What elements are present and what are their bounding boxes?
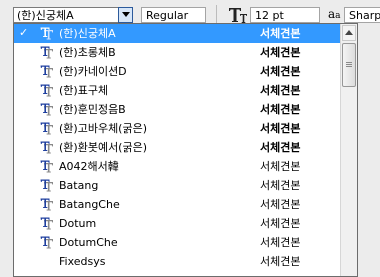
font-name-label: Batang [59,179,99,192]
font-list-item[interactable]: Fixedsys 서체견본 [14,252,340,271]
font-size-select[interactable]: 12 pt [250,7,320,23]
font-name-label: (한)훈민정음B [59,103,126,116]
font-list-item[interactable]: ✓ (한)신궁체A 서체견본 [14,24,340,43]
font-name-label: (한)카네이션D [59,65,127,78]
font-list-item[interactable]: (한)초롱체B 서체견본 [14,43,340,62]
font-sample-text: 서체견본 [260,27,301,40]
truetype-icon [40,141,55,154]
font-name-label: (한)표구체 [59,84,109,97]
vertical-scrollbar[interactable] [340,24,357,276]
scroll-thumb[interactable] [342,43,356,87]
font-size-value: 12 pt [255,9,284,22]
font-list-item[interactable]: Batang 서체견본 [14,176,340,195]
truetype-icon [40,236,55,249]
font-list-item[interactable]: A042해서韓 서체견본 [14,157,340,176]
font-list-item[interactable]: (한)카네이션D 서체견본 [14,62,340,81]
font-name-label: (환)고바우체(굵은) [59,122,148,135]
font-name-label: (한)신궁체A [59,27,116,40]
checkmark-icon: ✓ [19,26,29,39]
font-family-dropdown-list: ✓ (한)신궁체A 서체견본 (한)초롱체B 서체견본 (한)카네이션D 서체견본 (한)표구… [13,23,358,277]
font-list-item[interactable]: (한)훈민정음B 서체견본 [14,100,340,119]
font-size-icon [228,6,248,24]
truetype-icon [40,27,55,40]
truetype-icon [40,84,55,97]
toolbar-divider [216,5,217,25]
font-name-label: BatangChe [59,198,120,211]
truetype-icon [40,46,55,59]
font-sample-text: 서체견본 [260,179,301,192]
truetype-icon [40,122,55,135]
font-sample-text: 서체견본 [260,122,301,135]
truetype-icon [40,198,55,211]
font-family-value: (한)신궁체A [17,9,74,22]
anti-alias-value: Sharp [349,9,380,22]
font-sample-text: 서체견본 [260,217,301,230]
font-name-label: DotumChe [59,236,118,249]
font-name-label: Fixedsys [59,255,106,268]
font-sample-text: 서체견본 [260,46,301,59]
font-family-dropdown-button[interactable] [118,7,133,23]
font-sample-text: 서체견본 [260,103,301,116]
font-family-select[interactable]: (한)신궁체A [13,7,133,23]
font-sample-text: 서체견본 [260,236,301,249]
font-sample-text: 서체견본 [260,198,301,211]
font-list: ✓ (한)신궁체A 서체견본 (한)초롱체B 서체견본 (한)카네이션D 서체견본 (한)표구… [14,24,340,271]
font-name-label: (한)초롱체B [59,46,116,59]
truetype-icon [40,217,55,230]
font-list-item[interactable]: (한)표구체 서체견본 [14,81,340,100]
font-name-label: (환)환봇예서(굵은) [59,141,148,154]
truetype-icon [40,65,55,78]
font-list-item[interactable]: BatangChe 서체견본 [14,195,340,214]
font-sample-text: 서체견본 [260,160,301,173]
font-sample-text: 서체견본 [260,65,301,78]
font-list-item[interactable]: DotumChe 서체견본 [14,233,340,252]
anti-alias-icon: aa [328,7,341,21]
font-list-item[interactable]: (환)환봇예서(굵은) 서체견본 [14,138,340,157]
font-name-label: Dotum [59,217,97,230]
truetype-icon [40,179,55,192]
scroll-up-button[interactable] [342,25,356,41]
anti-alias-select[interactable]: Sharp [344,7,380,23]
font-style-value: Regular [146,9,189,22]
font-sample-text: 서체견본 [260,255,301,268]
truetype-icon [40,103,55,116]
font-list-item[interactable]: (환)고바우체(굵은) 서체견본 [14,119,340,138]
font-list-item[interactable]: Dotum 서체견본 [14,214,340,233]
font-name-label: A042해서韓 [59,160,119,173]
font-sample-text: 서체견본 [260,84,301,97]
font-sample-text: 서체견본 [260,141,301,154]
font-style-select[interactable]: Regular [141,7,206,23]
truetype-icon [40,160,55,173]
